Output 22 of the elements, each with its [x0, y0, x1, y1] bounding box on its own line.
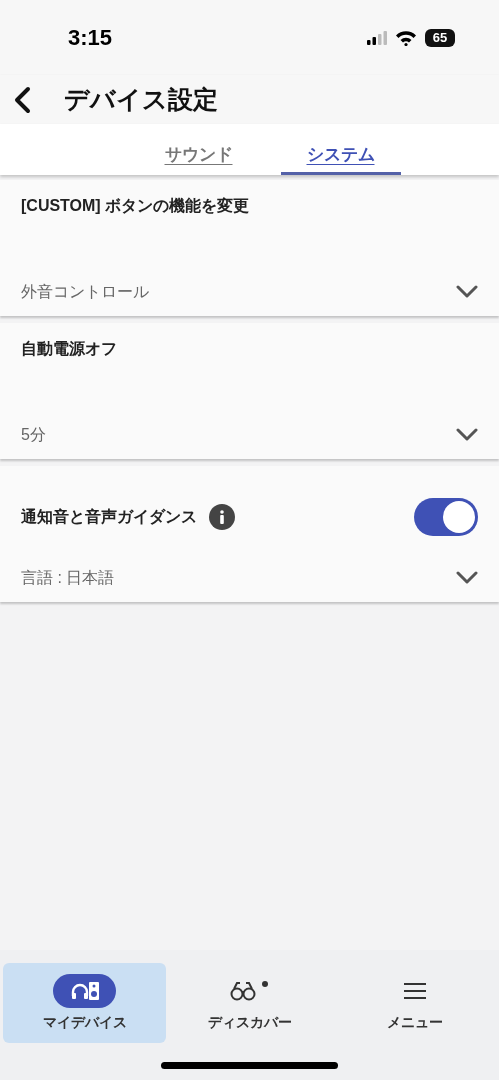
page-title: デバイス設定 [64, 83, 218, 115]
setting-title: 自動電源オフ [21, 339, 117, 359]
status-time: 3:15 [68, 24, 113, 52]
nav-tab[interactable]: メニュー [333, 963, 496, 1043]
wifi-icon [395, 29, 417, 46]
chevron-down-icon [456, 285, 478, 299]
dropdown-select[interactable]: 言語 : 日本語 [21, 566, 478, 590]
toggle-switch[interactable] [414, 498, 478, 536]
chevron-down-icon [456, 571, 478, 585]
nav-tab[interactable]: マイデバイス [3, 963, 166, 1043]
battery-indicator: 65 [425, 28, 455, 47]
tab[interactable]: サウンド [138, 124, 259, 175]
setting-title: [CUSTOM] ボタンの機能を変更 [21, 196, 250, 216]
headphones-speaker-icon [53, 973, 116, 1008]
signal-icon [367, 30, 387, 45]
dropdown-select[interactable]: 5分 [21, 423, 478, 447]
dropdown-select[interactable]: 外音コントロール [21, 280, 478, 304]
info-icon[interactable] [209, 504, 235, 530]
setting-title: 通知音と音声ガイダンス [21, 507, 197, 527]
nav-tab[interactable]: ディスカバー [168, 963, 331, 1043]
chevron-down-icon [456, 428, 478, 442]
tab[interactable]: システム [280, 124, 401, 175]
